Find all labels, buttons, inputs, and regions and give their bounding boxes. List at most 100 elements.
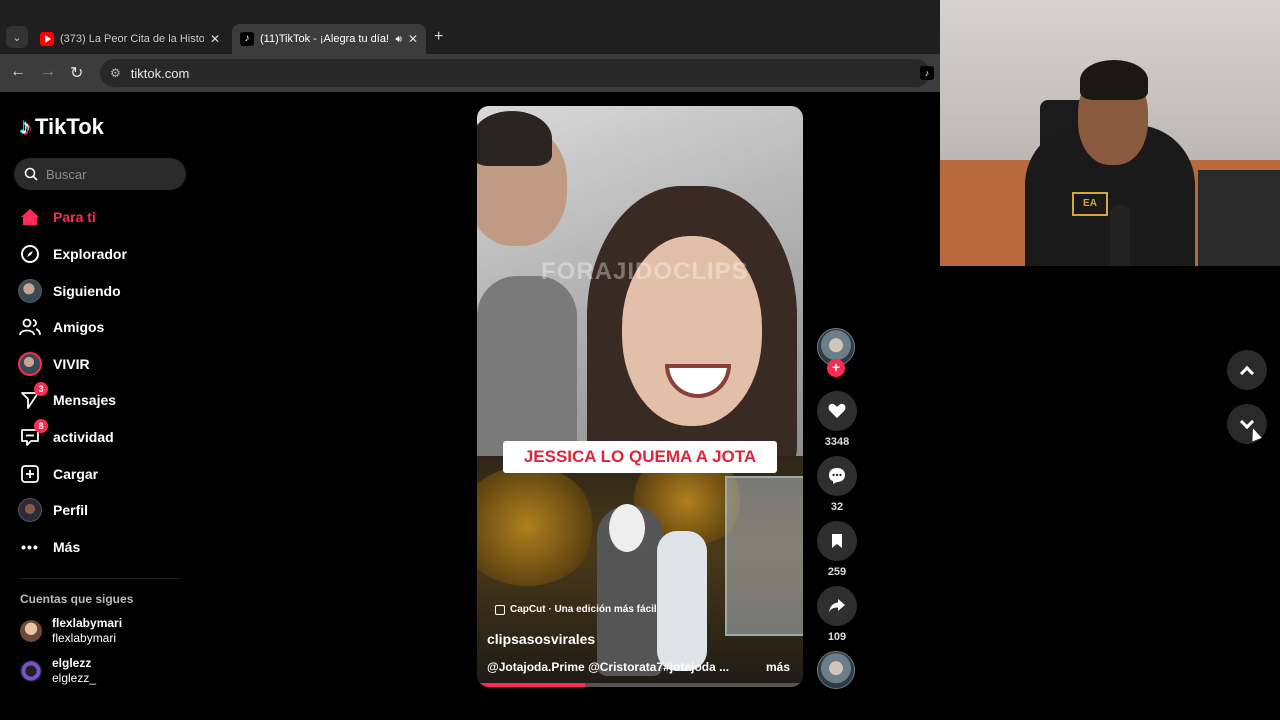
capcut-text: CapCut · Una edición más fácil xyxy=(510,604,657,615)
more-link[interactable]: más xyxy=(766,660,790,674)
friends-icon xyxy=(18,315,42,339)
like-button[interactable] xyxy=(817,391,857,431)
nav-vivir[interactable]: VIVIR xyxy=(18,350,90,378)
capcut-label[interactable]: CapCut · Una edición más fácil xyxy=(495,604,657,615)
progress-fill xyxy=(477,683,585,687)
forward-icon[interactable]: → xyxy=(40,63,56,81)
account-handle: flexlabymari xyxy=(52,631,117,645)
nav-label: Más xyxy=(53,539,81,555)
url-field[interactable]: ⚙ tiktok.com xyxy=(100,59,930,87)
capcut-icon xyxy=(495,604,505,615)
nav-label: Perfil xyxy=(53,502,89,518)
url-text: tiktok.com xyxy=(130,65,190,81)
video-player[interactable]: FORAJIDOCLIPS JESSICA LO QUEMA A JOTA Ca… xyxy=(477,106,803,687)
search-input[interactable] xyxy=(46,166,166,182)
share-button[interactable] xyxy=(817,586,857,626)
nav-siguiendo[interactable]: Siguiendo xyxy=(18,277,121,305)
youtube-icon xyxy=(40,32,54,46)
back-icon[interactable]: ← xyxy=(10,63,26,81)
following-account[interactable]: elglezz elglezz_ xyxy=(20,656,96,686)
nav-para-ti[interactable]: Para ti xyxy=(18,203,96,231)
sound-disc-avatar[interactable] xyxy=(817,651,855,689)
more-icon: ••• xyxy=(21,539,39,555)
upload-icon xyxy=(18,462,42,486)
shirt-logo: EA xyxy=(1072,192,1108,216)
profile-avatar-icon xyxy=(18,498,42,522)
nav-explorador[interactable]: Explorador xyxy=(18,240,127,268)
compass-icon xyxy=(18,242,42,266)
tiktok-note-icon: ♪ xyxy=(20,114,31,139)
video-caption: JESSICA LO QUEMA A JOTA xyxy=(503,441,777,473)
nav-mas[interactable]: ••• Más xyxy=(18,533,80,561)
chevron-down-icon xyxy=(1239,414,1255,429)
webcam-overlay: EA xyxy=(940,0,1280,266)
tiktok-extension-icon[interactable]: ♪ xyxy=(920,66,934,80)
heart-icon xyxy=(828,403,846,418)
search-box[interactable] xyxy=(14,158,186,190)
video-progress-bar[interactable] xyxy=(477,683,803,687)
nav-label: VIVIR xyxy=(53,356,90,372)
microphone xyxy=(1110,205,1130,266)
nav-perfil[interactable]: Perfil xyxy=(18,496,88,524)
video-author[interactable]: clipsasosvirales xyxy=(487,631,595,647)
activity-icon: 8 xyxy=(18,419,48,449)
previous-video-button[interactable] xyxy=(1227,350,1267,390)
follow-plus-icon[interactable]: + xyxy=(827,359,845,377)
tiktok-icon: ♪ xyxy=(240,32,254,46)
nav-label: Para ti xyxy=(53,209,96,225)
tab-search-button[interactable]: ⌄ xyxy=(6,26,28,48)
video-description[interactable]: @Jotajoda.Prime @Cristorata7#jotajoda ..… xyxy=(487,660,737,674)
comment-count: 32 xyxy=(830,501,844,513)
account-handle: elglezz_ xyxy=(52,671,97,685)
nav-amigos[interactable]: Amigos xyxy=(18,313,104,341)
comment-icon xyxy=(829,468,845,484)
search-icon xyxy=(24,167,38,181)
close-tab-icon[interactable]: ✕ xyxy=(210,32,220,46)
like-count: 3348 xyxy=(824,436,850,448)
save-button[interactable] xyxy=(817,521,857,561)
avatar xyxy=(20,660,42,682)
nav-actividad[interactable]: 8 actividad xyxy=(18,419,114,451)
following-account[interactable]: flexlabymari flexlabymari xyxy=(20,616,122,646)
nav-label: actividad xyxy=(53,429,114,445)
nav-label: Mensajes xyxy=(53,392,117,408)
share-count: 109 xyxy=(827,631,847,643)
tab-title: (11)TikTok - ¡Alegra tu día! xyxy=(260,33,389,45)
new-tab-button[interactable]: + xyxy=(434,28,443,46)
close-tab-icon[interactable]: ✕ xyxy=(408,32,418,46)
activity-badge: 8 xyxy=(34,419,48,433)
account-name: flexlabymari xyxy=(52,616,123,630)
live-avatar-icon xyxy=(18,352,42,376)
following-avatar-icon xyxy=(18,279,42,303)
tab-title: (373) La Peor Cita de la Historia xyxy=(60,33,204,45)
messages-icon: 3 xyxy=(18,382,48,412)
reload-icon[interactable]: ↻ xyxy=(70,63,83,83)
address-bar: ← → ↻ ⚙ tiktok.com ♪ xyxy=(0,54,940,92)
nav-mensajes[interactable]: 3 Mensajes xyxy=(18,382,117,414)
account-name: elglezz xyxy=(52,656,92,670)
comment-button[interactable] xyxy=(817,456,857,496)
share-arrow-icon xyxy=(829,599,845,613)
site-info-icon[interactable]: ⚙ xyxy=(110,66,121,80)
home-icon xyxy=(18,205,42,229)
save-count: 259 xyxy=(827,566,847,578)
messages-badge: 3 xyxy=(34,382,48,396)
sidebar-divider xyxy=(20,578,180,579)
tab-youtube[interactable]: (373) La Peor Cita de la Historia ✕ xyxy=(32,24,228,54)
nav-cargar[interactable]: Cargar xyxy=(18,460,98,488)
nav-label: Siguiendo xyxy=(53,283,121,299)
logo-text: TikTok xyxy=(35,114,104,139)
chevron-up-icon xyxy=(1239,365,1255,380)
tiktok-logo[interactable]: ♪ TikTok xyxy=(20,114,104,140)
video-frame-top: FORAJIDOCLIPS xyxy=(477,106,803,476)
nav-label: Amigos xyxy=(53,319,105,335)
tab-tiktok[interactable]: ♪ (11)TikTok - ¡Alegra tu día! 🔊︎ ✕ xyxy=(232,24,426,54)
speaker-icon[interactable]: 🔊︎ xyxy=(396,34,402,45)
following-section-title: Cuentas que sigues xyxy=(20,592,134,606)
browser-top-strip xyxy=(0,0,940,20)
nav-label: Cargar xyxy=(53,466,99,482)
bookmark-icon xyxy=(832,534,842,548)
video-watermark: FORAJIDOCLIPS xyxy=(541,258,749,285)
avatar xyxy=(20,620,42,642)
nav-label: Explorador xyxy=(53,246,127,262)
